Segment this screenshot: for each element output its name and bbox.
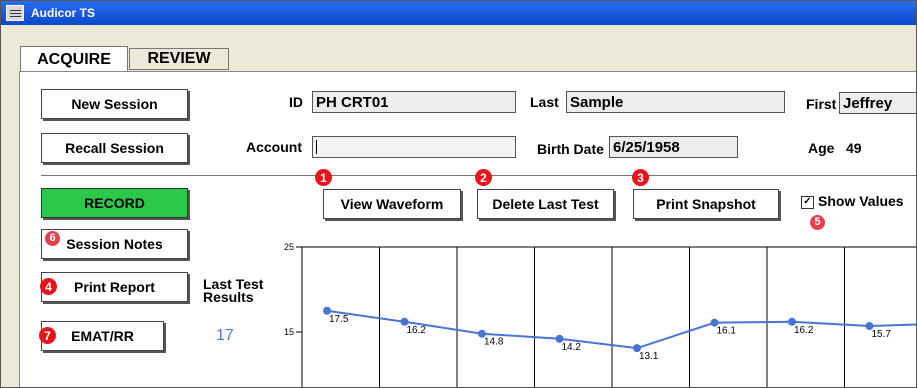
app-window: Audicor TS ACQUIRE REVIEW New Session Re… (0, 0, 917, 388)
data-label: 15.7 (872, 329, 892, 340)
data-label: 16.2 (407, 325, 427, 336)
data-label: 14.2 (562, 342, 582, 353)
y-tick-label: 15 (284, 327, 294, 337)
y-tick-label: 25 (284, 242, 294, 252)
data-label: 16.2 (794, 325, 814, 336)
app-icon (6, 5, 24, 21)
tab-acquire[interactable]: ACQUIRE (20, 46, 128, 72)
acquire-panel: New Session Recall Session ID PH CRT01 L… (19, 71, 916, 387)
tab-review[interactable]: REVIEW (129, 48, 229, 70)
data-label: 16.1 (717, 326, 737, 337)
window-title: Audicor TS (31, 6, 96, 20)
tab-strip: ACQUIRE REVIEW (1, 25, 916, 72)
results-chart: 25 15 17.5 16.2 14.8 14.2 13.1 16.1 16.2 15.7 (284, 242, 916, 387)
data-label: 14.8 (484, 337, 504, 348)
data-label: 17.5 (329, 314, 349, 325)
data-label: 13.1 (639, 351, 659, 362)
title-bar: Audicor TS (1, 1, 916, 25)
